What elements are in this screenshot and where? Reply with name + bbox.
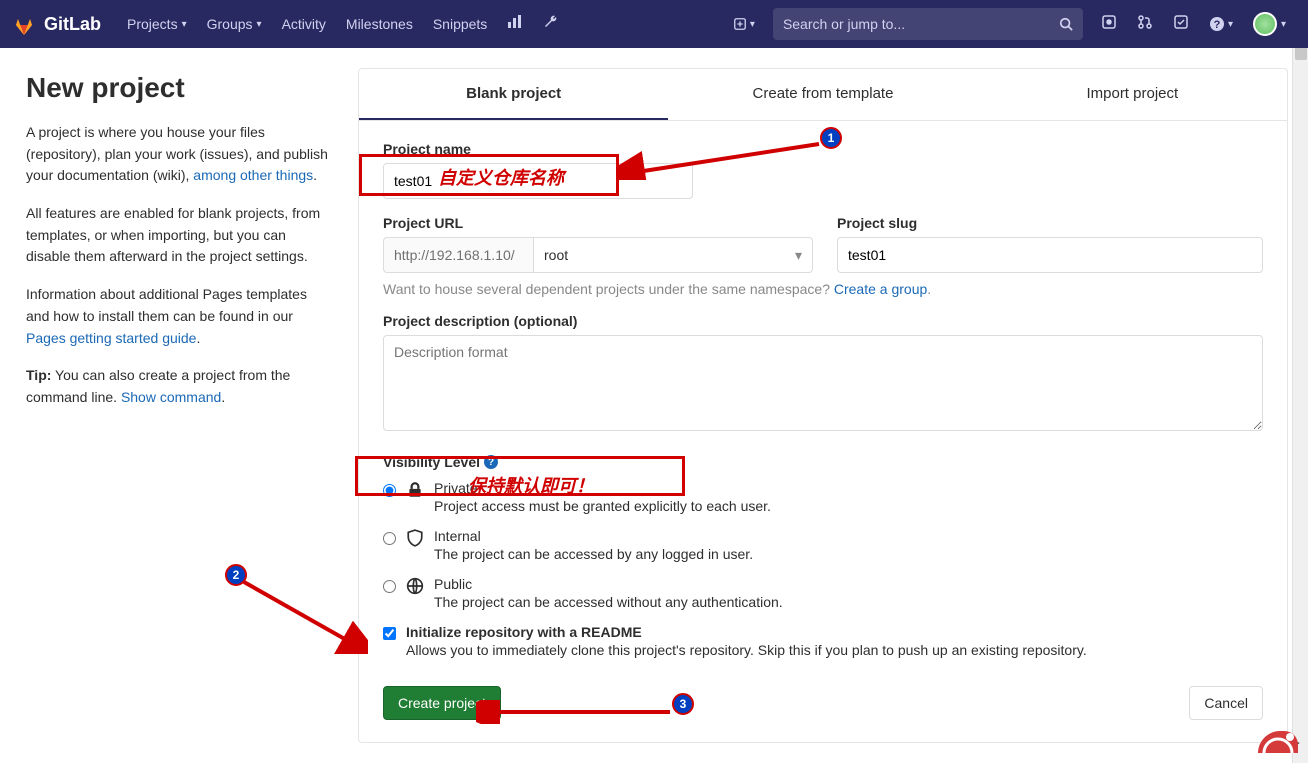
sidebar: New project A project is where you house… [26,68,328,743]
cancel-button[interactable]: Cancel [1189,686,1263,720]
visibility-public-radio[interactable] [383,580,396,593]
nav-projects[interactable]: Projects▾ [117,16,197,32]
sidebar-desc-2: All features are enabled for blank proje… [26,203,328,268]
plus-dropdown[interactable]: ▾ [723,17,765,31]
sidebar-desc-1: A project is where you house your files … [26,122,328,187]
wrench-icon[interactable] [533,14,569,35]
visibility-level-label: Visibility Level ? [383,454,1263,470]
tab-create-from-template[interactable]: Create from template [668,69,977,120]
globe-icon [406,577,424,595]
shield-icon [406,529,424,547]
search-box[interactable] [773,8,1083,40]
readme-desc: Allows you to immediately clone this pro… [406,642,1087,658]
create-group-link[interactable]: Create a group [834,281,927,297]
visibility-public-title: Public [434,576,783,592]
project-name-input[interactable] [383,163,693,199]
lock-icon [406,481,424,499]
tabs: Blank project Create from template Impor… [359,69,1287,121]
page-container: New project A project is where you house… [0,48,1308,763]
todos-icon[interactable] [1163,14,1199,35]
user-menu[interactable]: ▾ [1243,12,1296,36]
top-navbar: GitLab Projects▾ Groups▾ Activity Milest… [0,0,1308,48]
page-scrollbar[interactable] [1292,0,1308,763]
search-input[interactable] [783,16,1059,32]
visibility-private-title: Private [434,480,771,496]
tab-import-project[interactable]: Import project [978,69,1287,120]
create-project-button[interactable]: Create project [383,686,501,720]
search-icon [1059,17,1073,31]
initialize-readme-checkbox[interactable] [383,627,396,640]
sidebar-desc-3: Information about additional Pages templ… [26,284,328,349]
visibility-radio-group: Private Project access must be granted e… [383,480,1263,610]
nav-groups[interactable]: Groups▾ [197,16,272,32]
readme-title: Initialize repository with a README [406,624,1087,640]
pages-guide-link[interactable]: Pages getting started guide [26,330,196,346]
visibility-internal-desc: The project can be accessed by any logge… [434,546,753,562]
project-url-base [383,237,533,273]
help-icon[interactable]: ?▾ [1199,16,1243,32]
sidebar-desc-4: Tip: You can also create a project from … [26,365,328,408]
tab-blank-project[interactable]: Blank project [359,69,668,120]
visibility-internal-title: Internal [434,528,753,544]
merge-request-icon[interactable] [1127,14,1163,35]
main-panel: Blank project Create from template Impor… [358,68,1288,743]
avatar [1253,12,1277,36]
chevron-down-icon: ▾ [257,19,262,30]
namespace-hint: Want to house several dependent projects… [383,281,1263,297]
chart-icon[interactable] [497,14,533,35]
nav-milestones[interactable]: Milestones [336,16,423,32]
among-other-things-link[interactable]: among other things [193,167,313,183]
project-slug-label: Project slug [837,215,1263,231]
project-slug-input[interactable] [837,237,1263,273]
form-body: Project name Project URL root Project sl… [359,121,1287,740]
project-name-label: Project name [383,141,1263,157]
svg-text:?: ? [1214,19,1221,31]
visibility-public-desc: The project can be accessed without any … [434,594,783,610]
nav-activity[interactable]: Activity [272,16,336,32]
page-title: New project [26,72,328,104]
brand-name: GitLab [44,14,101,35]
show-command-link[interactable]: Show command [121,389,221,405]
help-icon[interactable]: ? [484,455,498,469]
watermark-logo-icon [1250,717,1306,761]
readme-check-row: Initialize repository with a README Allo… [383,624,1263,658]
project-description-label: Project description (optional) [383,313,1263,329]
chevron-down-icon: ▾ [182,19,187,30]
namespace-select[interactable]: root [533,237,813,273]
project-url-label: Project URL [383,215,813,231]
visibility-internal-radio[interactable] [383,532,396,545]
project-description-input[interactable] [383,335,1263,431]
visibility-private-desc: Project access must be granted explicitl… [434,498,771,514]
nav-snippets[interactable]: Snippets [423,16,497,32]
issues-icon[interactable] [1091,14,1127,35]
visibility-private-radio[interactable] [383,484,396,497]
gitlab-logo-icon [12,12,36,36]
